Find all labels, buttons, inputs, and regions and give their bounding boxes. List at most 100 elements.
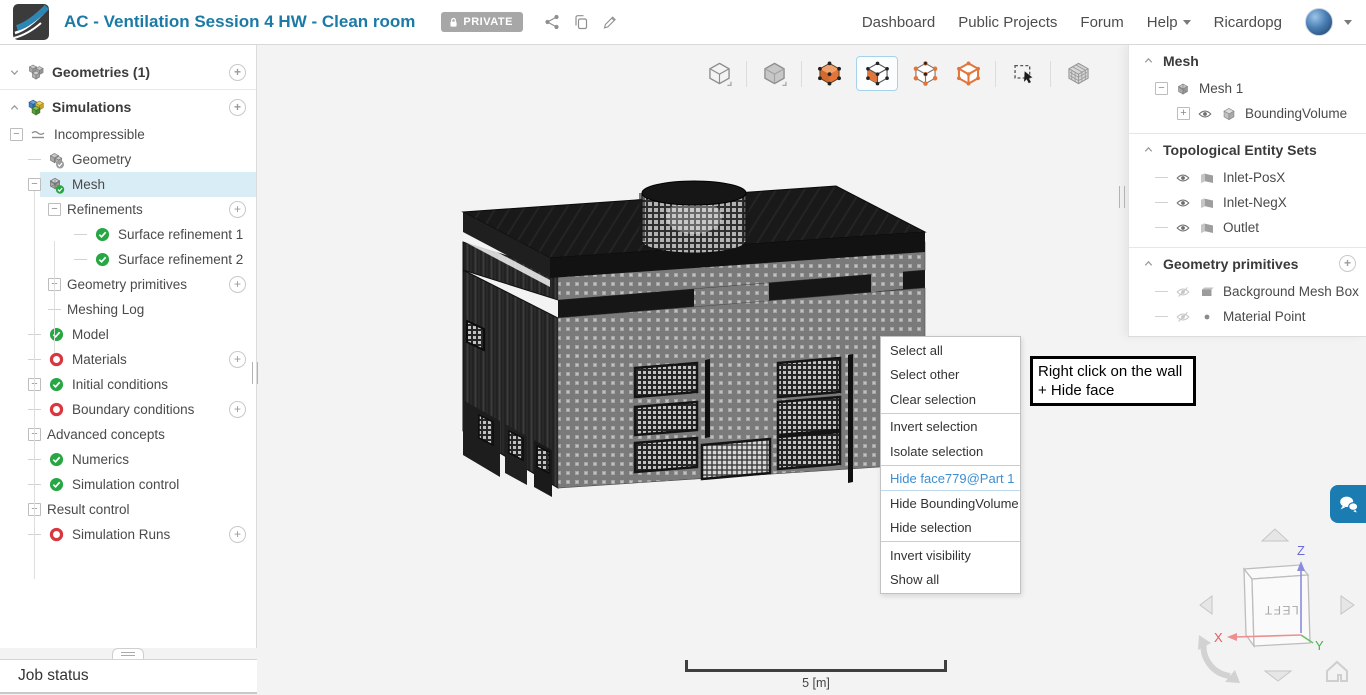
solid-view-icon[interactable] [758, 58, 790, 90]
simscale-logo-icon[interactable] [13, 4, 49, 40]
mesh-display-icon[interactable] [1062, 58, 1094, 90]
chevron-up-icon[interactable] [1142, 257, 1155, 270]
sidebar-item-advanced-concepts[interactable]: +Advanced concepts [0, 422, 256, 447]
sidebar-item-boundary-conditions[interactable]: Boundary conditions + [0, 397, 256, 422]
duplicate-icon[interactable] [573, 14, 589, 30]
lock-icon [450, 17, 457, 27]
sidebar-item-surface-refinement-1[interactable]: Surface refinement 1 [0, 222, 256, 247]
context-menu-item-invert-selection[interactable]: Invert selection [881, 415, 1020, 440]
chat-button[interactable] [1330, 485, 1366, 523]
sidebar-item-result-control[interactable]: +Result control [0, 497, 256, 522]
expand-toggle[interactable]: + [1177, 107, 1190, 120]
scene-item-outlet[interactable]: Outlet [1129, 215, 1366, 240]
context-menu-item-select-all[interactable]: Select all [881, 338, 1020, 363]
project-title: AC - Ventilation Session 4 HW - Clean ro… [64, 12, 416, 31]
select-volume-icon[interactable] [813, 58, 845, 90]
chevron-up-icon[interactable] [1142, 143, 1155, 156]
visibility-off-icon[interactable] [1174, 283, 1191, 300]
chevron-up-icon[interactable] [8, 101, 21, 114]
sidebar-item-geometries-1[interactable]: Geometries (1) + [0, 57, 256, 87]
sidebar-item-meshing-log[interactable]: Meshing Log [0, 297, 256, 322]
select-face-icon[interactable] [856, 56, 898, 91]
sidebar-item-simulations[interactable]: Simulations + [0, 92, 256, 122]
context-menu-item-select-other[interactable]: Select other [881, 363, 1020, 388]
tree-item-label: Materials [72, 352, 127, 367]
wireframe-view-icon[interactable] [703, 58, 735, 90]
expand-toggle[interactable]: − [48, 203, 61, 216]
tree-connector [1155, 227, 1168, 228]
context-menu-item-isolate-selection[interactable]: Isolate selection [881, 439, 1020, 464]
job-status-drawer-handle[interactable] [112, 648, 144, 659]
nav-username[interactable]: Ricardopg [1214, 14, 1282, 31]
add-geometries-1-button[interactable]: + [229, 63, 246, 81]
context-menu-item-clear-selection[interactable]: Clear selection [881, 387, 1020, 412]
scene-item-inlet-negx[interactable]: Inlet-NegX [1129, 190, 1366, 215]
tree-item-label: Geometries (1) [52, 64, 151, 80]
context-menu-item-hide-selection[interactable]: Hide selection [881, 516, 1020, 541]
nav-dashboard[interactable]: Dashboard [862, 14, 935, 31]
right-panel-resize-handle[interactable] [1119, 186, 1125, 208]
visibility-on-icon[interactable] [1174, 194, 1191, 211]
status-complete-icon [93, 251, 111, 269]
toolbar-divider [746, 60, 747, 87]
visibility-on-icon[interactable] [1174, 219, 1191, 236]
status-incomplete-icon [47, 351, 65, 369]
nav-help[interactable]: Help [1147, 14, 1191, 31]
job-status-label: Job status [18, 667, 89, 684]
scene-item-inlet-posx[interactable]: Inlet-PosX [1129, 165, 1366, 190]
context-menu-item-hide-face779-part-1[interactable]: Hide face779@Part 1 [881, 467, 1020, 491]
box-select-icon[interactable] [1007, 58, 1039, 90]
chevron-down-icon[interactable] [8, 66, 21, 79]
scene-item-material-point[interactable]: Material Point [1129, 304, 1366, 329]
scene-item-label: Mesh 1 [1199, 81, 1244, 96]
chevron-up-icon[interactable] [1142, 54, 1155, 67]
account-chevron-down-icon[interactable] [1344, 19, 1352, 25]
scene-item-boundingvolume[interactable]: + BoundingVolume [1129, 101, 1366, 126]
select-vertex-icon[interactable] [909, 58, 941, 90]
expand-toggle[interactable]: − [10, 128, 23, 141]
sidebar-item-refinements[interactable]: − Refinements + [0, 197, 256, 222]
expand-toggle[interactable]: − [1155, 82, 1168, 95]
add-simulation-runs-button[interactable]: + [229, 526, 246, 543]
status-incomplete-icon [47, 401, 65, 419]
sidebar-item-initial-conditions[interactable]: +Initial conditions [0, 372, 256, 397]
geometry-icon [47, 151, 65, 169]
add-boundary-conditions-button[interactable]: + [229, 401, 246, 418]
cube-icon [1220, 105, 1238, 123]
nav-forum[interactable]: Forum [1080, 14, 1123, 31]
visibility-on-icon[interactable] [1174, 169, 1191, 186]
add-simulations-button[interactable]: + [229, 98, 246, 116]
sidebar-item-mesh[interactable]: − Mesh [0, 172, 256, 197]
sidebar-item-model[interactable]: Model [0, 322, 256, 347]
job-status-bar[interactable]: Job status [0, 659, 257, 694]
add-materials-button[interactable]: + [229, 351, 246, 368]
visibility-off-icon[interactable] [1174, 308, 1191, 325]
sidebar-item-numerics[interactable]: Numerics [0, 447, 256, 472]
sidebar-item-incompressible[interactable]: − Incompressible [0, 122, 256, 147]
context-menu-item-show-all[interactable]: Show all [881, 568, 1020, 593]
sidebar-item-surface-refinement-2[interactable]: Surface refinement 2 [0, 247, 256, 272]
scene-item-mesh-1[interactable]: − Mesh 1 [1129, 76, 1366, 101]
sidebar-item-simulation-control[interactable]: Simulation control [0, 472, 256, 497]
nav-public-projects[interactable]: Public Projects [958, 14, 1057, 31]
share-icon[interactable] [544, 14, 560, 30]
visibility-on-icon[interactable] [1196, 105, 1213, 122]
sidebar-resize-handle[interactable] [252, 362, 258, 384]
sidebar-item-geometry-primitives[interactable]: +Geometry primitives+ [0, 272, 256, 297]
select-edge-icon[interactable] [952, 58, 984, 90]
sidebar-item-materials[interactable]: Materials + [0, 347, 256, 372]
sidebar-item-simulation-runs[interactable]: Simulation Runs + [0, 522, 256, 547]
add-refinements-button[interactable]: + [229, 201, 246, 218]
edit-icon[interactable] [602, 15, 617, 30]
navigation-cube[interactable]: LEFT Z X Y [1190, 525, 1366, 695]
context-menu-item-hide-boundingvolume[interactable]: Hide BoundingVolume [881, 491, 1020, 516]
sidebar-item-geometry[interactable]: Geometry [0, 147, 256, 172]
add-geometry-primitives-button[interactable]: + [229, 276, 246, 293]
context-menu-item-invert-visibility[interactable]: Invert visibility [881, 543, 1020, 568]
expand-toggle[interactable]: − [28, 178, 41, 191]
scene-item-background-mesh-box[interactable]: Background Mesh Box [1129, 279, 1366, 304]
avatar[interactable] [1305, 8, 1333, 36]
tree-item-label: Refinements [67, 202, 143, 217]
add-geometry-primitive-button[interactable]: + [1339, 255, 1356, 272]
mesh-part-icon [1174, 80, 1192, 98]
